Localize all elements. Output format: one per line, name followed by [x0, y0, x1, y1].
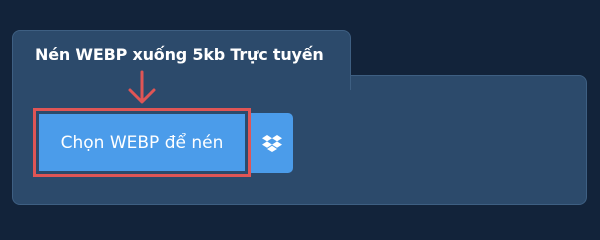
tab-title: Nén WEBP xuống 5kb Trực tuyến — [35, 45, 324, 64]
dropbox-icon — [261, 135, 282, 152]
highlight-frame — [33, 108, 251, 177]
dropbox-button[interactable] — [250, 113, 293, 173]
arrow-down-icon — [128, 70, 156, 104]
tab-joint — [13, 70, 350, 82]
